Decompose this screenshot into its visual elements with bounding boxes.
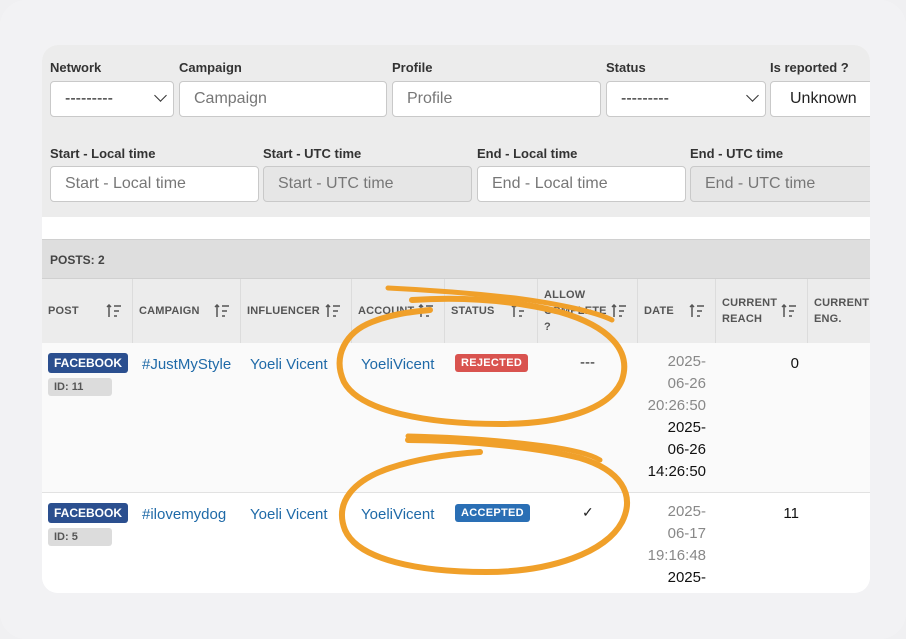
profile-input[interactable]: Profile: [392, 81, 601, 117]
sort-icon[interactable]: [214, 304, 230, 318]
filter-bar: Network --------- Campaign Campaign Prof…: [42, 45, 870, 217]
date-utc: 14:26:50: [647, 463, 706, 480]
col-date[interactable]: DATE: [638, 279, 716, 343]
date-local: 06-17: [667, 525, 706, 542]
date-utc: 06-26: [667, 441, 706, 458]
sort-icon[interactable]: [418, 304, 434, 318]
date-local: 2025-: [667, 503, 706, 520]
account-link[interactable]: YoeliVicent: [361, 506, 434, 523]
start-utc-label: Start - UTC time: [263, 146, 362, 161]
table-row: FACEBOOK ID: 11 #JustMyStyle Yoeli Vicen…: [42, 343, 870, 493]
date-cell: 2025- 06-17 19:16:48 2025-: [586, 501, 706, 589]
status-badge: REJECTED: [455, 354, 529, 372]
col-current-eng[interactable]: CURRENT ENG.: [808, 279, 870, 343]
col-allow-line: ?: [544, 321, 551, 333]
end-local-input[interactable]: End - Local time: [477, 166, 686, 202]
col-status[interactable]: STATUS: [445, 279, 538, 343]
sort-icon[interactable]: [106, 304, 122, 318]
sort-icon[interactable]: [611, 304, 627, 318]
network-select[interactable]: ---------: [50, 81, 174, 117]
current-reach-value: 11: [783, 505, 799, 522]
col-date-label: DATE: [644, 305, 674, 317]
sort-icon[interactable]: [325, 304, 341, 318]
campaign-link[interactable]: #ilovemydog: [142, 506, 226, 523]
start-utc-input[interactable]: Start - UTC time: [263, 166, 472, 202]
col-allow-line: COMPLETE: [544, 305, 607, 317]
col-status-label: STATUS: [451, 305, 495, 317]
col-current-reach[interactable]: CURRENT REACH: [716, 279, 808, 343]
chevron-down-icon: [154, 89, 167, 102]
end-local-label: End - Local time: [477, 146, 578, 161]
start-local-label: Start - Local time: [50, 146, 156, 161]
col-current-reach-label: CURRENT REACH: [722, 295, 777, 327]
network-badge: FACEBOOK: [48, 353, 129, 373]
campaign-label: Campaign: [179, 60, 242, 75]
spacer: [42, 217, 870, 239]
posts-panel: Network --------- Campaign Campaign Prof…: [42, 45, 870, 593]
sort-icon[interactable]: [781, 304, 797, 318]
sort-icon[interactable]: [689, 304, 705, 318]
col-reach-line: CURRENT: [722, 297, 778, 309]
col-account[interactable]: ACCOUNT: [352, 279, 445, 343]
end-utc-input[interactable]: End - UTC time: [690, 166, 870, 202]
date-local: 20:26:50: [647, 397, 706, 414]
network-badge: FACEBOOK: [48, 503, 129, 523]
post-id-badge: ID: 5: [48, 528, 112, 546]
current-reach-value: 0: [790, 355, 799, 372]
end-utc-label: End - UTC time: [690, 146, 784, 161]
col-allow-line: ALLOW: [544, 289, 586, 301]
col-eng-line: CURRENT: [814, 297, 870, 309]
date-local: 19:16:48: [647, 547, 706, 564]
campaign-input[interactable]: Campaign: [179, 81, 387, 117]
is-reported-select[interactable]: Unknown: [770, 81, 870, 117]
col-influencer[interactable]: INFLUENCER: [241, 279, 352, 343]
date-utc: 2025-: [667, 569, 706, 586]
campaign-link[interactable]: #JustMyStyle: [142, 356, 231, 373]
influencer-link[interactable]: Yoeli Vicent: [250, 356, 328, 373]
status-select[interactable]: ---------: [606, 81, 766, 117]
col-influencer-label: INFLUENCER: [247, 305, 320, 317]
col-account-label: ACCOUNT: [358, 305, 415, 317]
start-local-input[interactable]: Start - Local time: [50, 166, 259, 202]
sort-icon[interactable]: [511, 304, 527, 318]
network-select-value: ---------: [65, 90, 113, 107]
col-post[interactable]: POST: [42, 279, 133, 343]
date-local: 06-26: [667, 375, 706, 392]
col-allow-complete[interactable]: ALLOW COMPLETE ?: [538, 279, 638, 343]
col-eng-line: ENG.: [814, 313, 842, 325]
post-id-badge: ID: 11: [48, 378, 112, 396]
profile-label: Profile: [392, 60, 433, 75]
account-link[interactable]: YoeliVicent: [361, 356, 434, 373]
status-label: Status: [606, 60, 646, 75]
status-badge: ACCEPTED: [455, 504, 530, 522]
table-header: POST CAMPAIGN INFLUENCER ACCOUNT STATUS …: [42, 279, 870, 344]
col-reach-line: REACH: [722, 313, 763, 325]
date-cell: 2025- 06-26 20:26:50 2025- 06-26 14:26:5…: [586, 351, 706, 483]
col-campaign-label: CAMPAIGN: [139, 305, 200, 317]
col-campaign[interactable]: CAMPAIGN: [133, 279, 241, 343]
network-label: Network: [50, 60, 102, 75]
influencer-link[interactable]: Yoeli Vicent: [250, 506, 328, 523]
col-current-eng-label: CURRENT ENG.: [814, 295, 869, 327]
posts-count: POSTS: 2: [42, 239, 870, 279]
col-post-label: POST: [48, 305, 79, 317]
chevron-down-icon: [746, 89, 759, 102]
table-row: FACEBOOK ID: 5 #ilovemydog Yoeli Vicent …: [42, 493, 870, 593]
col-allow-complete-label: ALLOW COMPLETE ?: [544, 287, 607, 335]
date-utc: 2025-: [667, 419, 706, 436]
is-reported-label: Is reported ?: [770, 60, 849, 75]
status-select-value: ---------: [621, 90, 669, 107]
date-local: 2025-: [667, 353, 706, 370]
